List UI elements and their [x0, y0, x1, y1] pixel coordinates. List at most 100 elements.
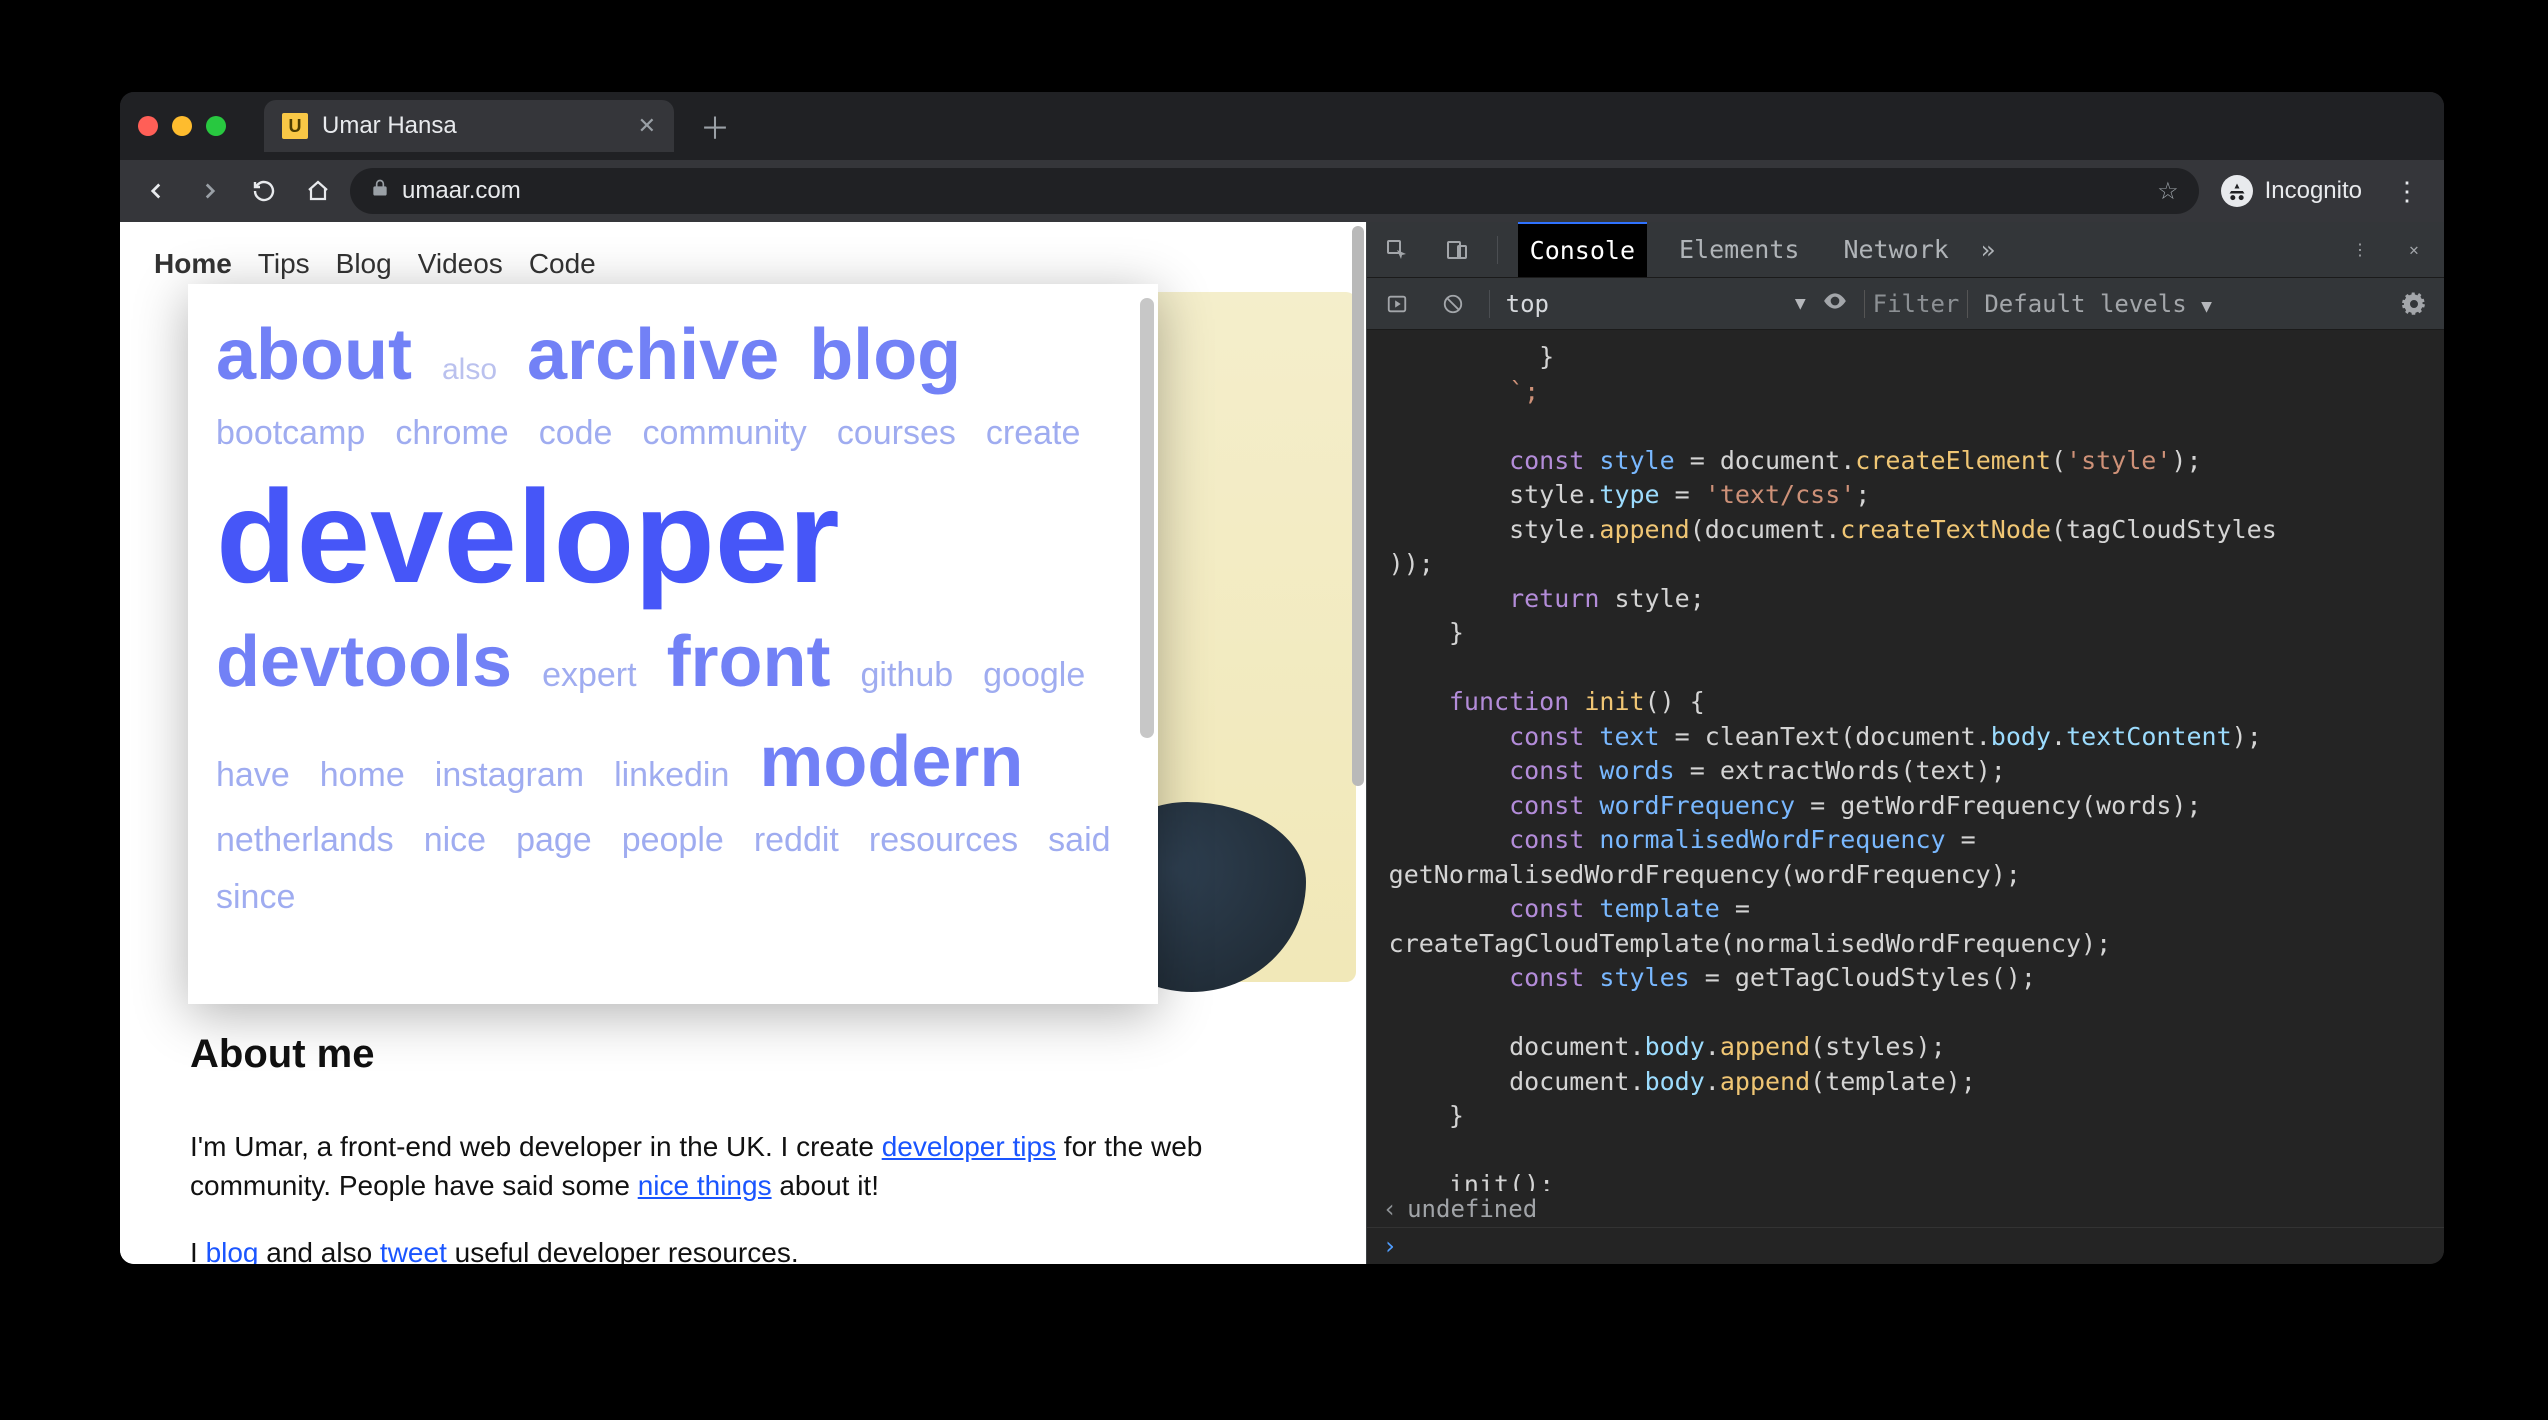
content-split: Home Tips Blog Videos Code aboutalsoarch [120, 222, 2444, 1264]
tag-instagram: instagram [435, 756, 584, 795]
console-toolbar: top ▼ Filter Default levels ▼ [1367, 278, 2444, 330]
nav-home[interactable]: Home [154, 248, 232, 280]
tab-elements[interactable]: Elements [1667, 222, 1811, 277]
tag-github: github [861, 656, 954, 695]
filter-input[interactable]: Filter [1864, 290, 1969, 318]
tag-courses: courses [837, 414, 956, 453]
tab-network[interactable]: Network [1831, 222, 1960, 277]
console-result-value: undefined [1407, 1195, 1537, 1223]
about-p2-a: I [190, 1237, 206, 1264]
url-text: umaar.com [402, 177, 521, 205]
console-run-icon[interactable] [1377, 284, 1417, 324]
nav-blog[interactable]: Blog [336, 248, 392, 280]
devtools-menu-icon[interactable]: ⋮ [2340, 230, 2380, 270]
about-p2-c: useful developer resources. [447, 1237, 799, 1264]
window-controls [138, 116, 226, 136]
tag-developer: developer [216, 471, 840, 603]
browser-tab[interactable]: U Umar Hansa ✕ [264, 100, 674, 152]
divider [1489, 290, 1490, 318]
tag-community: community [642, 414, 806, 453]
console-prompt[interactable]: › [1367, 1227, 2444, 1264]
about-p1: I'm Umar, a front-end web developer in t… [190, 1127, 1316, 1205]
chevron-down-icon: ▼ [1795, 293, 1806, 314]
prompt-arrow-icon: › [1383, 1232, 1397, 1260]
tag-since: since [216, 878, 295, 917]
incognito-icon [2221, 175, 2253, 207]
tab-title: Umar Hansa [322, 112, 624, 140]
reload-button[interactable] [242, 169, 286, 213]
about-p1-c: about it! [772, 1170, 879, 1201]
tag-archive: archive [527, 314, 779, 396]
clear-console-icon[interactable] [1433, 284, 1473, 324]
bookmark-icon[interactable]: ☆ [2157, 177, 2179, 206]
tag-about: about [216, 314, 412, 396]
page-viewport: Home Tips Blog Videos Code aboutalsoarch [120, 222, 1366, 1264]
console-code[interactable]: } `; const style = document.createElemen… [1367, 330, 2444, 1191]
incognito-label: Incognito [2265, 177, 2362, 205]
tag-bootcamp: bootcamp [216, 414, 365, 453]
output-arrow-icon: ‹ [1383, 1195, 1397, 1223]
tag-code: code [539, 414, 613, 453]
link-nice-things[interactable]: nice things [638, 1170, 772, 1201]
forward-button[interactable] [188, 169, 232, 213]
home-button[interactable] [296, 169, 340, 213]
tagcloud-scrollbar-thumb[interactable] [1140, 298, 1154, 738]
link-blog[interactable]: blog [206, 1237, 259, 1264]
tag-have: have [216, 756, 290, 795]
tag-resources: resources [869, 821, 1018, 860]
tag-said: said [1048, 821, 1110, 860]
link-tweet[interactable]: tweet [380, 1237, 447, 1264]
device-toolbar-icon[interactable] [1437, 230, 1477, 270]
tagcloud-scrollbar[interactable] [1140, 298, 1154, 990]
new-tab-button[interactable]: ＋ [690, 104, 740, 148]
address-bar[interactable]: umaar.com ☆ [350, 168, 2199, 214]
tag-netherlands: netherlands [216, 821, 394, 860]
tag-people: people [622, 821, 724, 860]
console-result: ‹ undefined [1367, 1191, 2444, 1227]
close-window-button[interactable] [138, 116, 158, 136]
favicon-icon: U [282, 113, 308, 139]
incognito-chip[interactable]: Incognito [2209, 171, 2374, 211]
maximize-window-button[interactable] [206, 116, 226, 136]
link-developer-tips[interactable]: developer tips [882, 1131, 1056, 1162]
tag-also: also [442, 353, 497, 387]
tag-create: create [986, 414, 1081, 453]
tag-cloud: aboutalsoarchiveblogbootcampchromecodeco… [188, 284, 1158, 1004]
nav-tips[interactable]: Tips [258, 248, 310, 280]
log-levels-selector[interactable]: Default levels ▼ [1984, 290, 2212, 318]
about-p1-a: I'm Umar, a front-end web developer in t… [190, 1131, 882, 1162]
browser-menu-icon[interactable]: ⋮ [2384, 176, 2430, 207]
tab-strip: U Umar Hansa ✕ ＋ [120, 92, 2444, 160]
tag-chrome: chrome [395, 414, 508, 453]
chevron-down-icon: ▼ [2201, 296, 2212, 317]
back-button[interactable] [134, 169, 178, 213]
tag-modern: modern [759, 721, 1023, 803]
page-scrollbar-thumb[interactable] [1352, 226, 1364, 786]
tag-nice: nice [424, 821, 486, 860]
inspect-element-icon[interactable] [1377, 230, 1417, 270]
divider [1497, 236, 1498, 264]
devtools-close-icon[interactable]: ✕ [2394, 230, 2434, 270]
close-tab-icon[interactable]: ✕ [638, 113, 656, 139]
tag-front: front [667, 621, 831, 703]
minimize-window-button[interactable] [172, 116, 192, 136]
live-expression-icon[interactable] [1822, 288, 1848, 320]
tag-reddit: reddit [754, 821, 839, 860]
more-tabs-icon[interactable]: » [1981, 236, 1995, 264]
about-section: About me I'm Umar, a front-end web devel… [190, 1032, 1316, 1264]
tag-home: home [320, 756, 405, 795]
nav-code[interactable]: Code [529, 248, 596, 280]
console-settings-icon[interactable] [2394, 284, 2434, 324]
context-selector[interactable]: top ▼ [1506, 290, 1806, 318]
nav-videos[interactable]: Videos [418, 248, 503, 280]
tag-linkedin: linkedin [614, 756, 729, 795]
devtools-panel: Console Elements Network » ⋮ ✕ [1366, 222, 2444, 1264]
lock-icon [370, 178, 390, 204]
tab-console[interactable]: Console [1518, 222, 1647, 277]
tag-page: page [516, 821, 592, 860]
tag-devtools: devtools [216, 621, 512, 703]
tag-google: google [983, 656, 1085, 695]
context-value: top [1506, 290, 1549, 318]
tag-expert: expert [542, 656, 637, 695]
about-p2: I blog and also tweet useful developer r… [190, 1233, 1316, 1264]
